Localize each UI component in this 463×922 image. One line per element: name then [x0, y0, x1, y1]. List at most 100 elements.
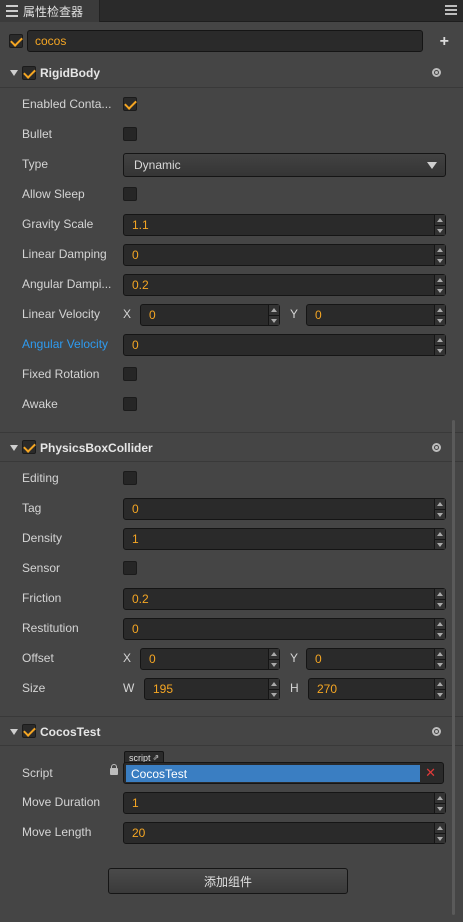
gear-icon[interactable] [432, 68, 441, 77]
script-field[interactable]: CocosTest ✕ [123, 762, 444, 784]
angular-damping-value: 0.2 [132, 278, 149, 292]
gear-icon[interactable] [432, 727, 441, 736]
stepper-icon[interactable] [434, 335, 445, 355]
axis-h-label: H [290, 681, 299, 695]
size-h-input[interactable]: 270 [308, 678, 446, 700]
hamburger-menu-icon[interactable] [445, 4, 457, 16]
size-w-input[interactable]: 195 [144, 678, 280, 700]
stepper-icon[interactable] [434, 823, 445, 843]
tag-input[interactable]: 0 [123, 498, 446, 520]
fixed-rotation-checkbox[interactable] [123, 367, 137, 381]
axis-y-label: Y [290, 651, 299, 665]
tag-value: 0 [132, 502, 139, 516]
move-duration-value: 1 [132, 796, 139, 810]
collapse-triangle-icon[interactable] [10, 70, 18, 76]
label-allow-sleep: Allow Sleep [22, 187, 85, 201]
cocostest-enabled-checkbox[interactable] [22, 724, 36, 738]
gravity-scale-input[interactable]: 1.1 [123, 214, 446, 236]
label-editing: Editing [22, 471, 59, 485]
offset-x-value: 0 [149, 652, 156, 666]
label-move-length: Move Length [22, 825, 92, 839]
collapse-triangle-icon[interactable] [10, 445, 18, 451]
label-tag: Tag [22, 501, 42, 515]
stepper-icon[interactable] [434, 245, 445, 265]
rigidbody-title: RigidBody [40, 66, 100, 80]
stepper-icon[interactable] [434, 793, 445, 813]
stepper-icon[interactable] [268, 305, 279, 325]
stepper-icon[interactable] [434, 215, 445, 235]
linear-velocity-y-value: 0 [315, 308, 322, 322]
add-icon[interactable]: + [440, 33, 449, 51]
label-offset: Offset [22, 651, 54, 665]
stepper-icon[interactable] [434, 679, 445, 699]
angular-damping-input[interactable]: 0.2 [123, 274, 446, 296]
rigidbody-enabled-checkbox[interactable] [22, 66, 36, 80]
tab-title: 属性检查器 [23, 4, 84, 19]
label-density: Density [22, 531, 63, 545]
density-input[interactable]: 1 [123, 528, 446, 550]
node-name-input[interactable]: cocos [27, 30, 423, 52]
cocostest-title: CocosTest [40, 725, 101, 739]
axis-x-label: X [123, 651, 132, 665]
lock-icon[interactable] [110, 764, 118, 775]
scrollbar[interactable] [452, 420, 455, 915]
stepper-icon[interactable] [434, 499, 445, 519]
rigidbody-header[interactable]: RigidBody [0, 58, 463, 88]
friction-input[interactable]: 0.2 [123, 588, 446, 610]
script-value: CocosTest [126, 765, 420, 782]
close-icon[interactable]: ✕ [425, 765, 436, 781]
restitution-value: 0 [132, 622, 139, 636]
linear-damping-value: 0 [132, 248, 139, 262]
editing-checkbox[interactable] [123, 471, 137, 485]
offset-x-input[interactable]: 0 [140, 648, 280, 670]
restitution-input[interactable]: 0 [123, 618, 446, 640]
enabled-contact-checkbox[interactable] [123, 97, 137, 111]
offset-y-input[interactable]: 0 [306, 648, 446, 670]
label-awake: Awake [22, 397, 58, 411]
move-duration-input[interactable]: 1 [123, 792, 446, 814]
label-linear-damping: Linear Damping [22, 247, 107, 261]
add-component-button[interactable]: 添加组件 [108, 868, 348, 894]
external-link-icon[interactable]: ⇗ [153, 753, 160, 762]
stepper-icon[interactable] [434, 649, 445, 669]
move-length-input[interactable]: 20 [123, 822, 446, 844]
linear-velocity-y-input[interactable]: 0 [306, 304, 446, 326]
label-fixed-rotation: Fixed Rotation [22, 367, 100, 381]
stepper-icon[interactable] [434, 305, 445, 325]
bullet-checkbox[interactable] [123, 127, 137, 141]
stepper-icon[interactable] [434, 275, 445, 295]
stepper-icon[interactable] [434, 589, 445, 609]
label-enabled-contact: Enabled Conta... [22, 97, 112, 111]
angular-velocity-value: 0 [132, 338, 139, 352]
type-select-value: Dynamic [134, 158, 181, 172]
tab-inspector[interactable]: 属性检查器 [0, 0, 100, 22]
sensor-checkbox[interactable] [123, 561, 137, 575]
gear-icon[interactable] [432, 443, 441, 452]
box-collider-header[interactable]: PhysicsBoxCollider [0, 432, 463, 462]
angular-velocity-input[interactable]: 0 [123, 334, 446, 356]
stepper-icon[interactable] [268, 679, 279, 699]
cocostest-header[interactable]: CocosTest [0, 716, 463, 746]
label-angular-velocity: Angular Velocity [22, 337, 109, 351]
type-select[interactable]: Dynamic [123, 153, 446, 177]
linear-velocity-x-value: 0 [149, 308, 156, 322]
label-gravity-scale: Gravity Scale [22, 217, 94, 231]
linear-damping-input[interactable]: 0 [123, 244, 446, 266]
label-angular-damping: Angular Dampi... [22, 277, 112, 291]
allow-sleep-checkbox[interactable] [123, 187, 137, 201]
linear-velocity-x-input[interactable]: 0 [140, 304, 280, 326]
script-tag-label: script [129, 752, 151, 763]
label-sensor: Sensor [22, 561, 61, 575]
label-size: Size [22, 681, 46, 695]
axis-y-label: Y [290, 307, 299, 321]
chevron-down-icon [427, 162, 437, 169]
density-value: 1 [132, 532, 139, 546]
node-enabled-checkbox[interactable] [9, 34, 23, 48]
box-collider-enabled-checkbox[interactable] [22, 440, 36, 454]
stepper-icon[interactable] [434, 619, 445, 639]
collapse-triangle-icon[interactable] [10, 729, 18, 735]
size-w-value: 195 [153, 682, 174, 696]
stepper-icon[interactable] [268, 649, 279, 669]
awake-checkbox[interactable] [123, 397, 137, 411]
stepper-icon[interactable] [434, 529, 445, 549]
